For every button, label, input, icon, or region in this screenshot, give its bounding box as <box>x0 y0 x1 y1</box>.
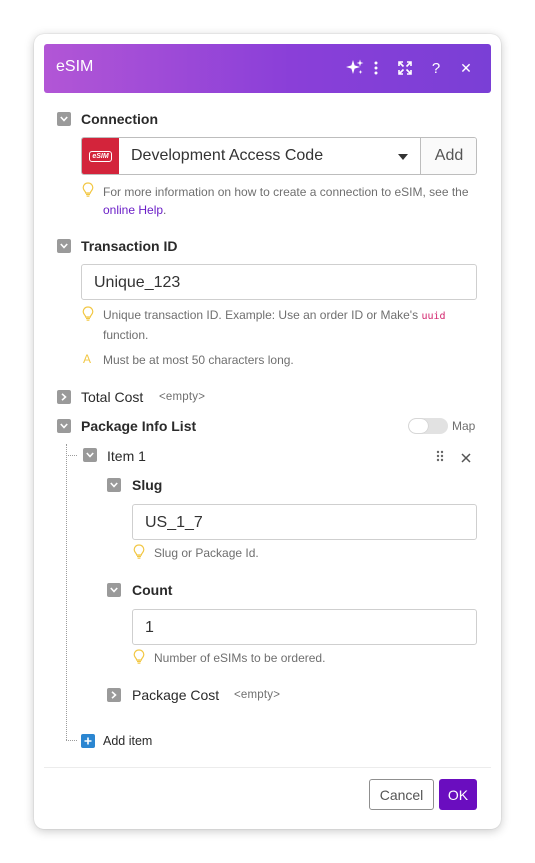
drag-handle-icon[interactable] <box>435 449 445 463</box>
esim-logo-icon: eSIM <box>82 138 119 174</box>
transaction-id-label: Transaction ID <box>81 238 178 254</box>
transaction-id-collapse-toggle[interactable] <box>57 239 71 253</box>
lightbulb-icon <box>133 544 145 559</box>
footer-divider <box>44 767 491 768</box>
total-cost-expand-toggle[interactable] <box>57 390 71 404</box>
chevron-right-icon <box>111 691 117 699</box>
item-1-label: Item 1 <box>107 448 146 464</box>
slug-collapse-toggle[interactable] <box>107 478 121 492</box>
dropdown-caret-icon <box>398 154 408 160</box>
chevron-right-icon <box>61 393 67 401</box>
transaction-id-hint-suffix: function. <box>103 328 149 342</box>
lightbulb-icon <box>133 649 145 664</box>
transaction-id-input[interactable]: Unique_123 <box>81 264 477 300</box>
transaction-id-hint: Unique transaction ID. Example: Use an o… <box>103 306 478 344</box>
package-cost-label: Package Cost <box>132 687 220 703</box>
add-connection-button[interactable]: Add <box>420 138 476 174</box>
item-1-collapse-toggle[interactable] <box>83 448 97 462</box>
chevron-down-icon <box>86 452 94 458</box>
count-collapse-toggle[interactable] <box>107 583 121 597</box>
add-item-plus-icon[interactable] <box>81 734 95 748</box>
expand-icon[interactable] <box>394 57 416 79</box>
connection-value: Development Access Code <box>131 147 324 164</box>
count-input[interactable]: 1 <box>132 609 477 645</box>
ok-button[interactable]: OK <box>439 779 477 810</box>
tree-line <box>66 740 77 741</box>
esim-module-dialog: eSIM ? ✕ Connection eSIM Development Acc… <box>34 34 501 829</box>
online-help-link[interactable]: online Help <box>103 203 163 217</box>
lightbulb-icon <box>82 306 94 321</box>
esim-logo-text: eSIM <box>89 150 112 162</box>
total-cost-empty-value: <empty> <box>159 391 206 403</box>
tree-line <box>66 444 67 740</box>
add-item-button[interactable]: Add item <box>103 734 152 748</box>
package-info-list-collapse-toggle[interactable] <box>57 419 71 433</box>
chevron-down-icon <box>60 243 68 249</box>
chevron-down-icon <box>60 116 68 122</box>
count-hint: Number of eSIMs to be ordered. <box>154 651 326 665</box>
slug-input[interactable]: US_1_7 <box>132 504 477 540</box>
total-cost-label: Total Cost <box>81 389 144 405</box>
connection-select[interactable]: eSIM Development Access Code Add <box>81 137 477 175</box>
package-cost-empty-value: <empty> <box>234 689 281 701</box>
count-label: Count <box>132 582 173 598</box>
map-toggle[interactable] <box>408 418 448 434</box>
sparkle-icon[interactable] <box>344 57 366 79</box>
transaction-id-hint-text: Unique transaction ID. Example: Use an o… <box>103 308 419 322</box>
slug-label: Slug <box>132 477 163 493</box>
close-icon[interactable]: ✕ <box>455 57 477 79</box>
chevron-down-icon <box>60 423 68 429</box>
uuid-code: uuid <box>421 311 446 322</box>
warning-icon: A <box>83 352 92 366</box>
more-vertical-icon[interactable] <box>365 57 387 79</box>
lightbulb-icon <box>82 182 94 197</box>
connection-label: Connection <box>81 111 158 127</box>
package-cost-expand-toggle[interactable] <box>107 688 121 702</box>
package-info-list-label: Package Info List <box>81 418 197 434</box>
help-icon[interactable]: ? <box>425 57 447 79</box>
dialog-title: eSIM <box>56 58 94 75</box>
connection-hint: For more information on how to create a … <box>103 183 478 219</box>
connection-hint-suffix: . <box>163 203 167 217</box>
connection-collapse-toggle[interactable] <box>57 112 71 126</box>
dialog-header: eSIM ? ✕ <box>44 44 491 93</box>
slug-hint: Slug or Package Id. <box>154 546 259 560</box>
connection-hint-text: For more information on how to create a … <box>103 185 469 199</box>
transaction-id-warning: Must be at most 50 characters long. <box>103 353 294 367</box>
tree-line <box>66 455 77 456</box>
chevron-down-icon <box>110 587 118 593</box>
remove-item-icon[interactable] <box>461 450 471 463</box>
cancel-button[interactable]: Cancel <box>369 779 434 810</box>
map-label: Map <box>452 419 476 433</box>
chevron-down-icon <box>110 482 118 488</box>
map-toggle-knob <box>409 419 428 433</box>
